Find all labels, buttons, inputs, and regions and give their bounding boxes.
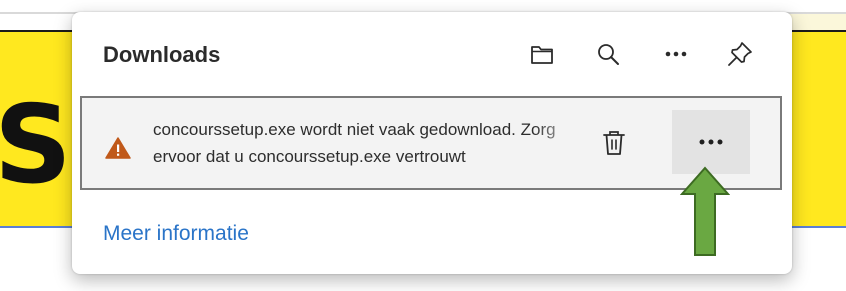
- pin-icon[interactable]: [724, 38, 756, 70]
- banner-large-letter: S: [0, 83, 72, 208]
- warning-icon: [105, 136, 131, 160]
- folder-icon[interactable]: [526, 38, 558, 70]
- delete-icon[interactable]: [598, 124, 630, 162]
- flyout-header: Downloads: [72, 12, 792, 94]
- more-info-link[interactable]: Meer informatie: [103, 222, 249, 246]
- more-icon: [699, 139, 723, 145]
- more-options-icon[interactable]: [660, 38, 692, 70]
- search-icon[interactable]: [592, 38, 624, 70]
- item-more-actions-button[interactable]: [672, 110, 750, 174]
- warning-line-1: concourssetup.exe wordt niet vaak gedown…: [153, 120, 556, 139]
- flyout-title: Downloads: [103, 42, 221, 67]
- warning-line-2: ervoor dat u concourssetup.exe vertrouwt: [153, 147, 466, 166]
- download-item[interactable]: concourssetup.exe wordt niet vaak gedown…: [80, 96, 782, 190]
- download-warning-message: concourssetup.exe wordt niet vaak gedown…: [153, 116, 585, 170]
- annotation-arrow-icon: [679, 166, 731, 258]
